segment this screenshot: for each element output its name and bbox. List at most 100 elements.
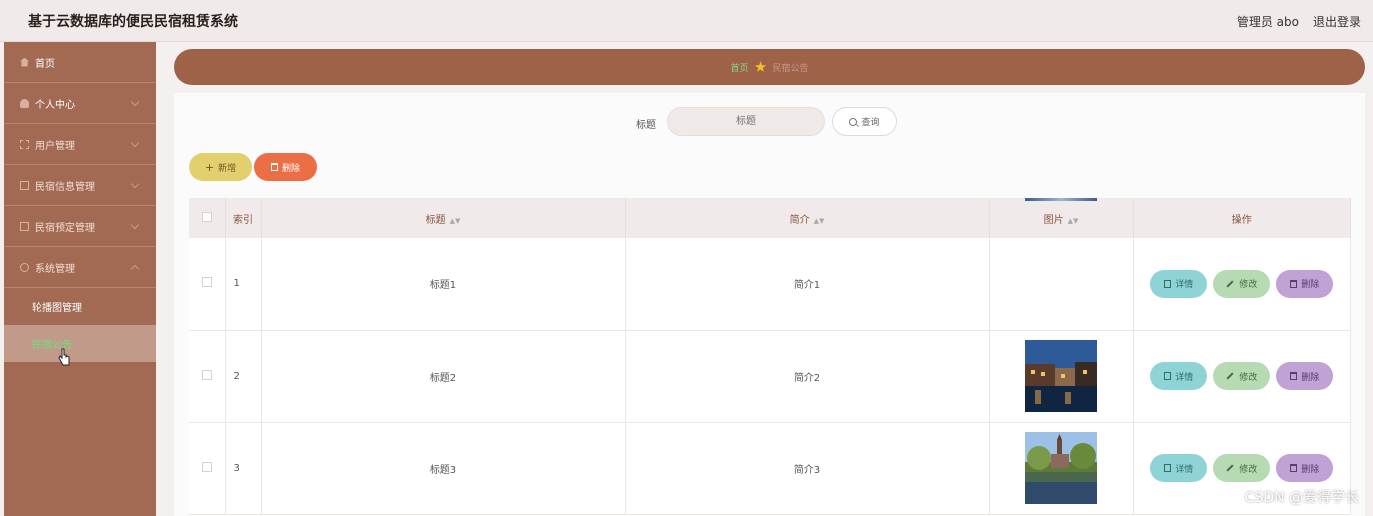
row-select-cell xyxy=(189,422,226,515)
row-ops: 详情 修改 删除 xyxy=(1133,238,1351,331)
chevron-up-icon xyxy=(130,264,140,274)
pencil-icon xyxy=(1226,372,1234,380)
sidebar-subitem-label: 轮播图管理 xyxy=(32,303,82,314)
row-image-cell xyxy=(989,422,1134,515)
row-image xyxy=(1025,432,1097,504)
breadcrumb: 首页 民宿公告 xyxy=(174,49,1365,85)
top-bar: 基于云数据库的便民民宿租赁系统 管理员 abo 退出登录 xyxy=(0,0,1373,42)
row-title: 标题3 xyxy=(261,422,626,515)
row-summary: 简介2 xyxy=(625,330,990,423)
content-panel: 标题 查询 + 新增 删除 索引 标题▲▼ 简介▲▼ 图片▲▼ 操作 1 标 xyxy=(174,93,1365,516)
document-icon xyxy=(1164,279,1172,288)
sidebar-item-users[interactable]: 用户管理 xyxy=(4,124,156,165)
row-checkbox[interactable] xyxy=(201,461,212,472)
logout-link[interactable]: 退出登录 xyxy=(1313,13,1361,30)
sidebar: 首页 个人中心 用户管理 民宿信息管理 民宿预定管理 系统管理 轮播图管理 民宿… xyxy=(4,42,156,516)
breadcrumb-home[interactable]: 首页 xyxy=(730,61,748,74)
row-image-cell xyxy=(989,197,1134,331)
detail-button[interactable]: 详情 xyxy=(1150,269,1208,298)
row-summary: 简介3 xyxy=(625,422,990,515)
col-image[interactable]: 图片 ▲▼ xyxy=(989,198,1134,238)
app-title: 基于云数据库的便民民宿租赁系统 xyxy=(28,14,238,30)
admin-label: 管理员 abo xyxy=(1236,15,1299,29)
row-summary: 简介1 xyxy=(625,238,990,331)
row-index: 1 xyxy=(225,238,262,331)
sort-icon: ▲▼ xyxy=(813,216,825,225)
plus-icon: + xyxy=(204,160,215,174)
trash-icon xyxy=(1290,279,1298,288)
row-select-cell xyxy=(189,330,226,423)
table-row: 1 标题1 简介1 详情 修改 删除 xyxy=(189,197,1351,331)
select-all-checkbox[interactable] xyxy=(201,211,212,222)
edit-button[interactable]: 修改 xyxy=(1213,269,1271,298)
col-ops: 操作 xyxy=(1133,198,1351,238)
user-icon xyxy=(20,98,29,108)
sidebar-subitem-notice[interactable]: 民宿公告 xyxy=(4,325,156,362)
info-icon xyxy=(20,180,29,190)
sidebar-item-booking[interactable]: 民宿预定管理 xyxy=(4,206,156,247)
delete-button[interactable]: 删除 xyxy=(1276,362,1334,390)
search-label: 标题 xyxy=(636,120,656,131)
edit-button[interactable]: 修改 xyxy=(1213,454,1271,482)
col-index: 索引 xyxy=(225,198,262,238)
chevron-down-icon xyxy=(130,179,140,189)
sort-icon: ▲▼ xyxy=(1067,216,1079,225)
watermark: CSDN @爱得学长 xyxy=(1244,490,1359,506)
row-index: 3 xyxy=(225,422,262,515)
delete-button[interactable]: 删除 xyxy=(1276,454,1334,482)
sidebar-subitem-carousel[interactable]: 轮播图管理 xyxy=(4,288,156,325)
search-button[interactable]: 查询 xyxy=(832,107,897,136)
row-image xyxy=(1025,340,1097,412)
sidebar-item-label: 系统管理 xyxy=(35,263,75,275)
sidebar-item-label: 首页 xyxy=(35,58,55,70)
search-input[interactable] xyxy=(667,107,825,136)
search-icon xyxy=(849,117,858,126)
delete-button-label: 删除 xyxy=(281,163,300,174)
settings-icon xyxy=(20,262,29,272)
detail-button[interactable]: 详情 xyxy=(1150,454,1208,482)
row-image-cell xyxy=(989,330,1134,423)
table-header-row: 索引 标题 ▲▼ 简介 ▲▼ 图片 ▲▼ 操作 xyxy=(189,198,1351,238)
add-button[interactable]: + 新增 xyxy=(189,153,252,181)
col-title[interactable]: 标题 ▲▼ xyxy=(261,198,626,238)
search-button-label: 查询 xyxy=(861,118,880,128)
delete-button[interactable]: 删除 xyxy=(1276,269,1334,298)
chevron-down-icon xyxy=(130,97,140,107)
trash-icon xyxy=(1290,464,1298,472)
row-checkbox[interactable] xyxy=(201,369,212,380)
users-icon xyxy=(20,139,29,149)
pencil-icon xyxy=(1226,280,1234,288)
row-select-cell xyxy=(189,238,226,331)
row-image xyxy=(1025,197,1097,201)
sidebar-item-home[interactable]: 首页 xyxy=(4,42,156,83)
add-button-label: 新增 xyxy=(218,163,237,174)
chevron-down-icon xyxy=(130,138,140,148)
edit-button[interactable]: 修改 xyxy=(1213,362,1271,390)
select-all-cell xyxy=(189,198,226,238)
sidebar-item-homestay-info[interactable]: 民宿信息管理 xyxy=(4,165,156,206)
breadcrumb-current: 民宿公告 xyxy=(772,63,809,74)
batch-delete-button[interactable]: 删除 xyxy=(254,153,317,181)
row-ops: 详情 修改 删除 xyxy=(1133,330,1351,423)
sidebar-item-system[interactable]: 系统管理 xyxy=(4,247,156,288)
pencil-icon xyxy=(1226,464,1234,472)
col-summary[interactable]: 简介 ▲▼ xyxy=(625,198,990,238)
row-checkbox[interactable] xyxy=(201,277,212,288)
document-icon xyxy=(1164,372,1172,380)
sidebar-item-profile[interactable]: 个人中心 xyxy=(4,83,156,124)
sort-icon: ▲▼ xyxy=(449,216,461,225)
star-icon xyxy=(754,61,767,72)
table-row: 2 标题2 简介2 详情 修改 删除 xyxy=(189,330,1351,423)
sidebar-item-label: 用户管理 xyxy=(35,140,75,152)
trash-icon xyxy=(270,163,278,171)
chevron-down-icon xyxy=(130,220,140,230)
trash-icon xyxy=(1290,372,1298,380)
row-index: 2 xyxy=(225,330,262,423)
home-icon xyxy=(20,57,29,67)
row-title: 标题1 xyxy=(261,238,626,331)
detail-button[interactable]: 详情 xyxy=(1150,362,1208,390)
sidebar-item-label: 民宿预定管理 xyxy=(35,222,95,234)
sidebar-item-label: 个人中心 xyxy=(35,99,75,111)
booking-icon xyxy=(20,221,29,231)
hand-cursor-icon xyxy=(58,348,70,366)
